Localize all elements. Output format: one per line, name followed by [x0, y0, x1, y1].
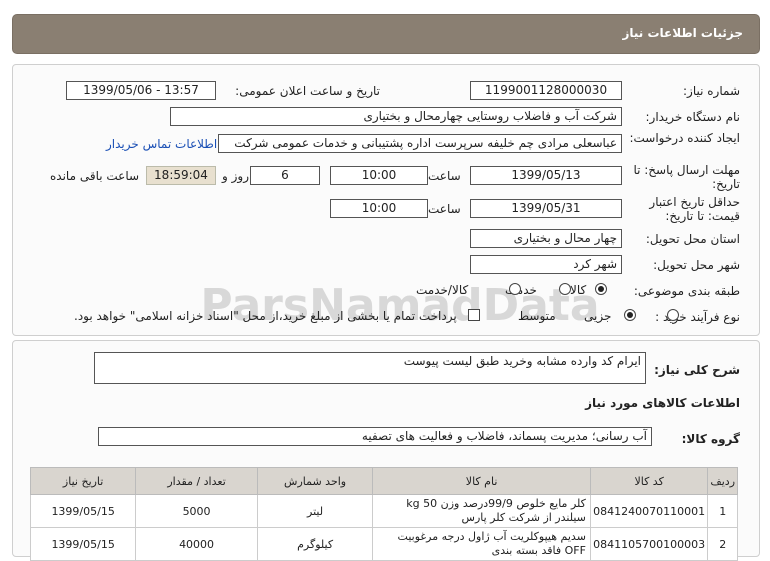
summary-field: ایرام کد وارده مشابه وخرید طبق لیست پیوس…	[94, 352, 646, 384]
col-qty: تعداد / مقدار	[135, 467, 258, 495]
buyer-contact-link[interactable]: اطلاعات تماس خریدار	[106, 137, 217, 151]
deadline-time-label: ساعت	[428, 169, 461, 183]
cell-code: 0841105700100003	[589, 527, 709, 561]
announce-label: تاریخ و ساعت اعلان عمومی:	[235, 84, 380, 98]
cell-unit: لیتر	[256, 494, 374, 528]
cell-qty: 5000	[135, 494, 258, 528]
buyer-field: شرکت آب و فاضلاب روستایی چهارمحال و بختی…	[170, 107, 622, 126]
validity-label: حداقل تاریخ اعتبار قیمت: تا تاریخ:	[649, 195, 740, 223]
page-header: جزئیات اطلاعات نیاز	[12, 14, 760, 54]
days-label: روز و	[222, 169, 249, 183]
payment-note: پرداخت تمام یا بخشی از مبلغ خرید،از محل …	[74, 309, 457, 323]
col-name: نام کالا	[372, 467, 591, 495]
validity-date-field: 1399/05/31	[470, 199, 622, 218]
need-number-field: 1199001128000030	[470, 81, 622, 100]
cell-row: 1	[707, 494, 738, 528]
category-radio-service[interactable]	[558, 283, 571, 295]
validity-time-field: 10:00	[330, 199, 428, 218]
col-code: کد کالا	[589, 467, 709, 495]
category-radio-goods[interactable]	[595, 283, 607, 295]
summary-label: شرح کلی نیاز:	[654, 363, 740, 377]
cell-name: کلر مایع خلوص 99/9درصد وزن 50 kg سیلندر …	[372, 494, 591, 528]
deadline-date-field: 1399/05/13	[470, 166, 622, 185]
remaining-time-field: 18:59:04	[146, 166, 216, 185]
cell-code: 0841240070110001	[589, 494, 709, 528]
need-number-label: شماره نیاز:	[683, 84, 740, 98]
cell-qty: 40000	[135, 527, 258, 561]
remaining-label: ساعت باقی مانده	[50, 169, 140, 183]
category-label: طبقه بندی موضوعی:	[633, 284, 740, 298]
process-option-medium: متوسط	[518, 309, 556, 323]
process-option-minor: جزیی	[584, 309, 612, 323]
goods-group-field: آب رسانی؛ مدیریت پسماند، فاضلاب و فعالیت…	[98, 427, 652, 446]
goods-section-title: اطلاعات کالاهای مورد نیاز	[585, 396, 740, 410]
deadline-label: مهلت ارسال پاسخ: تا تاریخ:	[633, 163, 740, 191]
col-row: ردیف	[707, 467, 738, 495]
category-option-goods: کالا	[570, 283, 587, 297]
city-field: شهر کرد	[470, 255, 622, 274]
cell-date: 1399/05/15	[29, 494, 137, 528]
validity-time-label: ساعت	[428, 202, 461, 216]
province-field: چهار محال و بختیاری	[470, 229, 622, 248]
category-option-goods-service: کالا/خدمت	[416, 283, 469, 297]
cell-date: 1399/05/15	[29, 527, 137, 561]
goods-group-label: گروه کالا:	[681, 432, 740, 446]
goods-table: ردیف کد کالا نام کالا واحد شمارش تعداد /…	[29, 467, 738, 561]
cell-name: سدیم هیپوکلریت آب ژاول درجه مرغوبیت OFF …	[372, 527, 591, 561]
table-row[interactable]: 1 0841240070110001 کلر مایع خلوص 99/9درص…	[29, 494, 738, 528]
treasury-checkbox[interactable]	[468, 309, 480, 321]
days-field: 6	[250, 166, 320, 185]
creator-field: عباسعلی مرادی چم خلیفه سرپرست اداره پشتی…	[218, 134, 622, 153]
category-radio-goods-service[interactable]	[508, 283, 521, 295]
table-header-row: ردیف کد کالا نام کالا واحد شمارش تعداد /…	[29, 467, 738, 495]
page-title: جزئیات اطلاعات نیاز	[622, 26, 743, 40]
col-unit: واحد شمارش	[256, 467, 374, 495]
province-label: استان محل تحویل:	[645, 232, 740, 246]
creator-label: ایجاد کننده درخواست:	[629, 131, 740, 145]
cell-row: 2	[707, 527, 738, 561]
city-label: شهر محل تحویل:	[653, 258, 740, 272]
buyer-label: نام دستگاه خریدار:	[645, 110, 741, 124]
cell-unit: کیلوگرم	[256, 527, 374, 561]
announce-field: 1399/05/06 - 13:57	[66, 81, 216, 100]
table-row[interactable]: 2 0841105700100003 سدیم هیپوکلریت آب ژاو…	[29, 527, 738, 561]
col-date: تاریخ نیاز	[29, 467, 137, 495]
deadline-time-field: 10:00	[330, 166, 428, 185]
